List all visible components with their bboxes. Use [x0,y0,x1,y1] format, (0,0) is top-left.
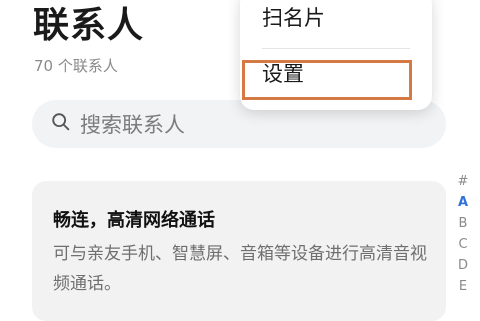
index-letter[interactable]: B [454,213,472,234]
index-letter[interactable]: D [454,255,472,276]
search-icon [50,111,72,137]
promo-card-description: 可与亲友手机、智慧屏、音箱等设备进行高清音视频通话。 [53,244,427,294]
search-placeholder: 搜索联系人 [80,113,185,137]
index-letter-active[interactable]: A [454,192,472,213]
index-letter[interactable]: E [454,276,472,297]
menu-item-scan-card[interactable]: 扫名片 [262,4,325,32]
index-letter[interactable]: C [454,234,472,255]
promo-card[interactable]: 畅连，高清网络通话 可与亲友手机、智慧屏、音箱等设备进行高清音视频通话。 [32,181,446,321]
settings-highlight-box [242,60,412,100]
alphabet-index[interactable]: # A B C D E [454,171,472,297]
page-title: 联系人 [33,5,145,46]
contact-count: 70 个联系人 [34,57,118,75]
index-letter[interactable]: # [454,171,472,192]
promo-card-title: 畅连，高清网络通话 [53,210,215,231]
menu-divider [262,48,410,49]
